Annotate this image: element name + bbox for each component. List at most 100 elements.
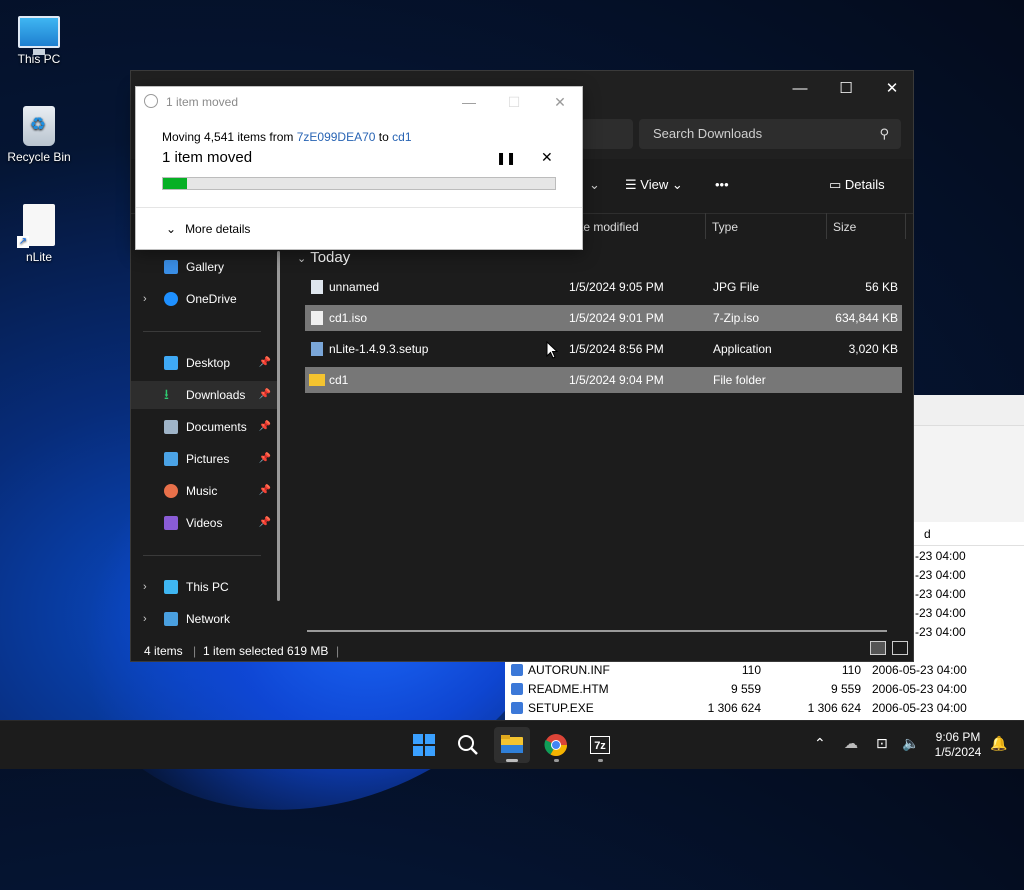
pictures-icon bbox=[164, 452, 178, 466]
network-status-icon[interactable]: ⊡ bbox=[876, 735, 888, 752]
details-view-button[interactable] bbox=[870, 641, 886, 655]
nav-item-onedrive[interactable]: › OneDrive bbox=[131, 285, 279, 313]
nav-item-gallery[interactable]: Gallery bbox=[131, 253, 279, 281]
chevron-right-icon[interactable]: › bbox=[143, 573, 147, 601]
pin-icon[interactable]: 📌 bbox=[259, 349, 271, 377]
dialog-divider bbox=[136, 207, 582, 208]
progress-fill bbox=[163, 178, 187, 189]
chevron-right-icon[interactable]: › bbox=[143, 605, 147, 633]
sevenzip-file-modified: 2006-05-23 04:00 bbox=[872, 682, 967, 696]
clock[interactable]: 9:06 PM 1/5/2024 bbox=[928, 730, 988, 760]
video-icon bbox=[164, 516, 178, 530]
column-separator[interactable] bbox=[826, 213, 827, 239]
close-button[interactable]: ✕ bbox=[869, 75, 915, 103]
status-separator: | bbox=[193, 644, 197, 658]
nav-item-music[interactable]: Music 📌 bbox=[131, 477, 279, 505]
desktop-icon-this-pc[interactable]: This PC bbox=[4, 10, 74, 66]
nav-item-desktop[interactable]: Desktop 📌 bbox=[131, 349, 279, 377]
nav-item-downloads[interactable]: ⭳ Downloads 📌 bbox=[131, 381, 279, 409]
taskbar-file-explorer[interactable] bbox=[494, 727, 530, 763]
sevenzip-toolbar bbox=[914, 425, 1024, 522]
pin-icon[interactable]: 📌 bbox=[259, 445, 271, 473]
nav-divider bbox=[143, 331, 261, 332]
clock-date: 1/5/2024 bbox=[934, 745, 982, 759]
chevron-down-icon: ⌄ bbox=[297, 253, 307, 265]
sevenzip-row[interactable]: AUTORUN.INF 110 110 2006-05-23 04:00 bbox=[505, 661, 1024, 680]
dialog-close-button[interactable]: ✕ bbox=[545, 91, 575, 113]
start-button[interactable] bbox=[406, 727, 442, 763]
selection-info: 1 item selected 619 MB bbox=[203, 644, 329, 658]
nav-item-videos[interactable]: Videos 📌 bbox=[131, 509, 279, 537]
taskbar: 7z ⌃ ☁ ⊡ 🔈 9:06 PM 1/5/2024 🔔 bbox=[0, 720, 1024, 769]
windows-logo-icon bbox=[413, 734, 435, 756]
nav-item-this-pc[interactable]: › This PC bbox=[131, 573, 279, 601]
nav-item-documents[interactable]: Documents 📌 bbox=[131, 413, 279, 441]
pin-icon[interactable]: 📌 bbox=[259, 509, 271, 537]
cancel-button[interactable]: ✕ bbox=[541, 149, 553, 166]
more-details-button[interactable]: ⌄ More details bbox=[166, 222, 250, 236]
desktop-icon-nlite[interactable]: nLite bbox=[4, 204, 74, 264]
search-input[interactable]: Search Downloads ⚲ bbox=[639, 119, 901, 149]
details-label: Details bbox=[844, 177, 885, 192]
file-row[interactable]: nLite-1.4.9.3.setup 1/5/2024 8:56 PM App… bbox=[305, 336, 902, 362]
more-details-label: More details bbox=[185, 222, 251, 236]
minimize-button[interactable]: — bbox=[777, 75, 823, 103]
nav-item-pictures[interactable]: Pictures 📌 bbox=[131, 445, 279, 473]
dialog-minimize-button[interactable]: — bbox=[454, 91, 484, 113]
pin-icon[interactable]: 📌 bbox=[259, 477, 271, 505]
column-separator[interactable] bbox=[705, 213, 706, 239]
taskbar-chrome[interactable] bbox=[538, 727, 574, 763]
taskbar-search-button[interactable] bbox=[450, 727, 486, 763]
sevenzip-column-header[interactable]: d bbox=[914, 523, 1024, 546]
group-label: Today bbox=[310, 249, 351, 266]
status-bar: 4 items | 1 item selected 619 MB | bbox=[131, 641, 913, 661]
column-size[interactable]: Size bbox=[833, 220, 856, 234]
details-pane-button[interactable]: ▭ Details bbox=[829, 177, 885, 193]
view-menu-button[interactable]: ☰ View ⌄ bbox=[625, 177, 683, 193]
navigation-pane: Gallery › OneDrive Desktop 📌 ⭳ Downloads… bbox=[131, 241, 291, 641]
column-separator[interactable] bbox=[905, 213, 906, 239]
clock-time: 9:06 PM bbox=[935, 730, 981, 744]
file-size: 3,020 KB bbox=[848, 342, 898, 356]
chevron-right-icon[interactable]: › bbox=[143, 285, 147, 313]
pin-icon[interactable]: 📌 bbox=[259, 413, 271, 441]
nav-scrollbar[interactable] bbox=[277, 251, 280, 601]
from-mid: to bbox=[375, 130, 393, 144]
file-row[interactable]: cd1.iso 1/5/2024 9:01 PM 7-Zip.iso 634,8… bbox=[305, 305, 902, 331]
pause-button[interactable]: ❚❚ bbox=[496, 151, 516, 165]
notification-bell-icon[interactable]: 🔔 bbox=[990, 735, 1007, 752]
sevenzip-file-modified: 2006-05-23 04:00 bbox=[872, 663, 967, 677]
sevenzip-row[interactable]: README.HTM 9 559 9 559 2006-05-23 04:00 bbox=[505, 680, 1024, 699]
file-date: 1/5/2024 9:05 PM bbox=[569, 280, 664, 294]
more-options-button[interactable]: ••• bbox=[715, 177, 729, 192]
file-row[interactable]: cd1 1/5/2024 9:04 PM File folder bbox=[305, 367, 902, 393]
chrome-icon bbox=[544, 734, 567, 756]
desktop-icon-recycle-bin[interactable]: Recycle Bin bbox=[4, 106, 74, 164]
nav-item-network[interactable]: › Network bbox=[131, 605, 279, 633]
group-header-today[interactable]: ⌄ Today bbox=[297, 249, 350, 266]
onedrive-offline-icon[interactable]: ☁ bbox=[844, 735, 858, 752]
file-list: ⌄ Today unnamed 1/5/2024 9:05 PM JPG File… bbox=[291, 241, 911, 641]
cloud-icon bbox=[164, 292, 178, 306]
volume-muted-icon[interactable]: 🔈 bbox=[902, 735, 919, 752]
sevenzip-file-packed: 9 559 bbox=[830, 682, 861, 696]
file-row[interactable]: unnamed 1/5/2024 9:05 PM JPG File 56 KB bbox=[305, 274, 902, 300]
tiles-view-button[interactable] bbox=[892, 641, 908, 655]
destination-link[interactable]: cd1 bbox=[392, 130, 411, 144]
sevenzip-row[interactable]: SETUP.EXE 1 306 624 1 306 624 2006-05-23… bbox=[505, 699, 1024, 718]
show-hidden-icons-button[interactable]: ⌃ bbox=[814, 735, 826, 752]
source-link[interactable]: 7zE099DEA70 bbox=[297, 130, 376, 144]
sevenzip-date: -23 04:00 bbox=[915, 587, 966, 601]
column-type[interactable]: Type bbox=[712, 220, 738, 234]
taskbar-7zip[interactable]: 7z bbox=[582, 727, 618, 763]
maximize-button[interactable]: ☐ bbox=[823, 75, 869, 103]
clock-icon bbox=[144, 94, 158, 108]
address-bar[interactable] bbox=[581, 119, 633, 149]
nav-label: Music bbox=[186, 484, 218, 498]
column-date-modified[interactable]: te modified bbox=[580, 220, 639, 234]
image-file-icon bbox=[311, 280, 323, 294]
horizontal-scrollbar[interactable] bbox=[307, 630, 887, 632]
pin-icon[interactable]: 📌 bbox=[259, 381, 271, 409]
chevron-down-icon[interactable]: ⌄ bbox=[589, 177, 600, 193]
file-name: cd1.iso bbox=[329, 311, 368, 325]
